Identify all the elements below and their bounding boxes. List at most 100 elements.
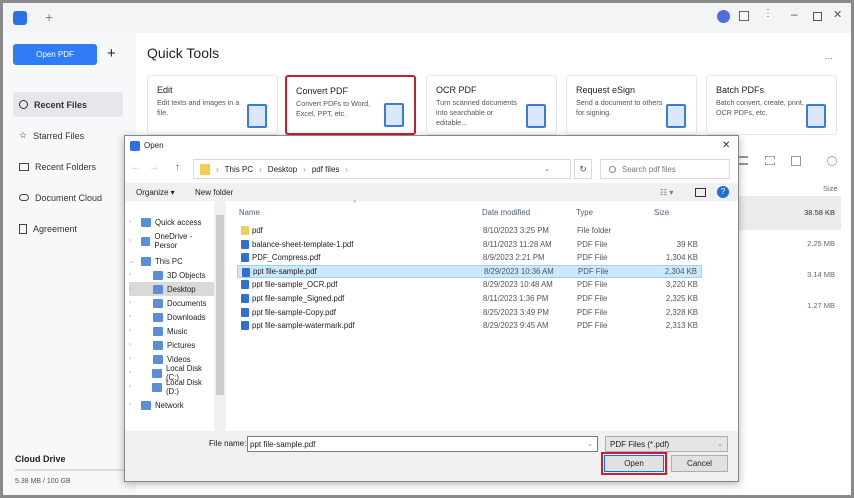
close-button[interactable]: ✕ — [833, 8, 842, 21]
preview-pane-icon[interactable] — [695, 188, 706, 197]
content-area: › Quick access › OneDrive - Persor ⌄ This PC ›… — [125, 200, 738, 431]
nav-item-icon — [153, 340, 163, 350]
nav-item[interactable]: ⌄ This PC — [129, 254, 215, 268]
file-row[interactable]: ppt file-sample-watermark.pdf 8/29/2023 9… — [237, 319, 702, 332]
add-button[interactable]: + — [107, 45, 116, 62]
nav-item[interactable]: › Network — [129, 398, 215, 412]
feedback-icon[interactable] — [739, 11, 749, 21]
expand-chevron-icon[interactable]: › — [129, 238, 137, 244]
file-row[interactable]: ppt file-sample.pdf 8/29/2023 10:36 AM PDF… — [237, 264, 702, 278]
nav-item[interactable]: › OneDrive - Persor — [129, 232, 215, 250]
navigation-pane: › Quick access › OneDrive - Persor ⌄ This PC ›… — [125, 201, 225, 431]
new-tab-button[interactable]: + — [45, 9, 53, 25]
file-name-label: File name: — [209, 439, 247, 448]
account-icon[interactable] — [717, 10, 730, 23]
nav-item-icon — [153, 298, 163, 308]
expand-chevron-icon[interactable]: › — [129, 384, 137, 390]
open-pdf-button[interactable]: Open PDF — [13, 44, 97, 65]
expand-chevron-icon[interactable]: › — [129, 272, 137, 278]
nav-item[interactable]: › Downloads — [129, 310, 215, 324]
forward-button[interactable]: → — [149, 162, 159, 173]
nav-scrollbar[interactable] — [214, 201, 226, 431]
file-row[interactable]: ppt file-sample_Signed.pdf 8/11/2023 1:36… — [237, 292, 702, 305]
list-view-icon[interactable] — [738, 156, 748, 165]
expand-chevron-icon[interactable]: › — [129, 342, 137, 348]
sidebar-item-starred-files[interactable]: ☆ Starred Files — [13, 123, 123, 148]
file-row[interactable]: PDF_Compress.pdf 8/9/2023 2:21 PM PDF File… — [237, 251, 702, 264]
cancel-button[interactable]: Cancel — [671, 455, 728, 472]
expand-chevron-icon[interactable]: › — [129, 286, 137, 292]
size-column-header: Size — [823, 184, 838, 193]
folder-icon — [200, 163, 210, 175]
tool-card-request-esign[interactable]: Request eSign Send a document to others f… — [566, 75, 697, 135]
sidebar-item-recent-folders[interactable]: Recent Folders — [13, 154, 123, 179]
tool-card-batch-pdfs[interactable]: Batch PDFs Batch convert, create, print, … — [706, 75, 837, 135]
pdf-file-icon — [241, 239, 249, 249]
file-row[interactable]: balance-sheet-template-1.pdf 8/11/2023 11… — [237, 238, 702, 251]
column-size[interactable]: Size — [654, 208, 669, 217]
nav-item-icon — [153, 312, 163, 322]
folder-icon — [241, 226, 249, 235]
nav-item[interactable]: › Quick access — [129, 215, 215, 229]
file-name-input[interactable]: ppt file-sample.pdf ⌄ — [247, 436, 598, 452]
expand-chevron-icon[interactable]: ⌄ — [129, 258, 137, 265]
refresh-icon[interactable] — [827, 156, 837, 166]
cloud-usage-bar — [15, 469, 125, 471]
tool-card-edit[interactable]: Edit Edit texts and images in a file. — [147, 75, 278, 135]
nav-item[interactable]: › Local Disk (D:) — [129, 378, 215, 396]
new-folder-button[interactable]: New folder — [195, 188, 233, 197]
sidebar-item-agreement[interactable]: Agreement — [13, 216, 123, 241]
delete-icon[interactable] — [791, 156, 801, 166]
nav-item[interactable]: › Pictures — [129, 338, 215, 352]
tool-card-ocr-pdf[interactable]: OCR PDF Turn scanned documents into searc… — [426, 75, 557, 135]
dialog-close-button[interactable]: ✕ — [722, 140, 730, 151]
expand-chevron-icon[interactable]: › — [129, 402, 137, 408]
up-button[interactable]: ↑ — [175, 162, 180, 173]
chevron-down-icon[interactable]: ⌄ — [544, 165, 550, 173]
pdf-file-icon — [241, 321, 249, 331]
search-input[interactable]: Search pdf files — [600, 159, 730, 179]
nav-item[interactable]: › Desktop — [129, 282, 215, 296]
open-button[interactable]: Open — [604, 455, 664, 472]
organize-menu[interactable]: Organize ▾ — [136, 188, 175, 197]
sidebar-item-recent-files[interactable]: Recent Files — [13, 92, 123, 117]
nav-item[interactable]: › Music — [129, 324, 215, 338]
expand-chevron-icon[interactable]: › — [129, 370, 137, 376]
address-bar[interactable]: › This PC › Desktop › pdf files › ⌄ — [193, 159, 571, 179]
help-icon[interactable]: ? — [717, 186, 729, 198]
nav-item-icon — [141, 400, 151, 410]
sidebar: Open PDF + Recent Files ☆ Starred Files R… — [3, 33, 136, 495]
nav-item[interactable]: › Documents — [129, 296, 215, 310]
maximize-button[interactable] — [813, 12, 822, 21]
expand-chevron-icon[interactable]: › — [129, 328, 137, 334]
expand-chevron-icon[interactable]: › — [129, 314, 137, 320]
tool-card-convert-pdf[interactable]: Convert PDF Convert PDFs to Word, Excel, … — [285, 75, 416, 135]
nav-item[interactable]: › 3D Objects — [129, 268, 215, 282]
chevron-down-icon[interactable]: ⌄ — [587, 440, 593, 448]
breadcrumb-desktop[interactable]: Desktop — [268, 165, 297, 174]
cloud-drive-title: Cloud Drive — [15, 454, 66, 464]
expand-chevron-icon[interactable]: › — [129, 356, 137, 362]
breadcrumb-pdf-files[interactable]: pdf files — [312, 165, 340, 174]
column-date[interactable]: Date modified — [482, 208, 530, 217]
more-options-icon[interactable]: ... — [825, 51, 833, 61]
batch-icon — [806, 104, 826, 128]
breadcrumb-this-pc[interactable]: This PC — [225, 165, 253, 174]
expand-chevron-icon[interactable]: › — [129, 219, 137, 225]
back-button[interactable]: ← — [131, 162, 141, 173]
more-icon[interactable]: ⋮ — [763, 8, 773, 19]
edit-icon — [247, 104, 267, 128]
file-row[interactable]: pdf 8/10/2023 3:25 PM File folder — [237, 224, 702, 237]
minimize-button[interactable]: – — [791, 7, 798, 21]
file-row[interactable]: ppt file-sample-Copy.pdf 8/25/2023 3:49 P… — [237, 306, 702, 319]
grid-view-icon[interactable] — [765, 156, 775, 165]
file-type-select[interactable]: PDF Files (*.pdf) ⌄ — [605, 436, 728, 452]
column-name[interactable]: Name — [239, 208, 260, 217]
pdf-file-icon — [241, 253, 249, 263]
refresh-button[interactable]: ↻ — [574, 159, 592, 179]
file-row[interactable]: ppt file-sample_OCR.pdf 8/29/2023 10:48 A… — [237, 278, 702, 291]
sidebar-item-document-cloud[interactable]: Document Cloud — [13, 185, 123, 210]
column-type[interactable]: Type — [576, 208, 593, 217]
view-options-icon[interactable]: ☷ ▾ — [660, 188, 673, 197]
expand-chevron-icon[interactable]: › — [129, 300, 137, 306]
